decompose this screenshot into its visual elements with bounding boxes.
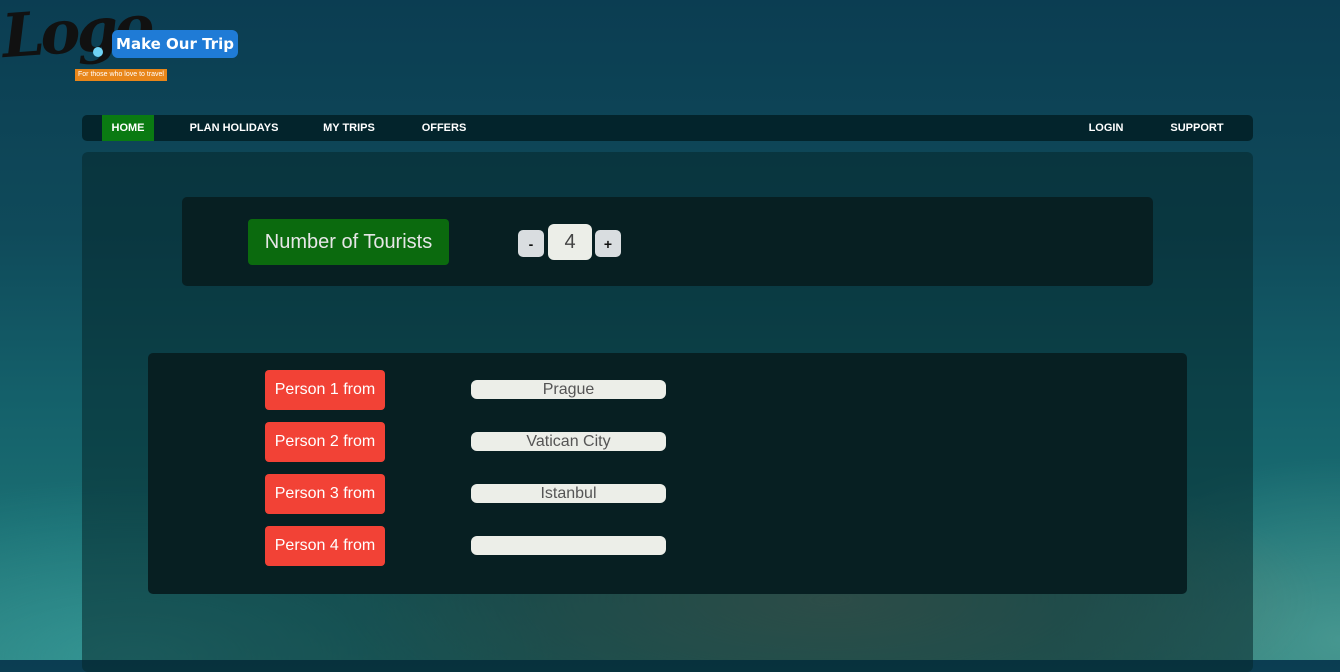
- tourist-count-value[interactable]: 4: [548, 224, 592, 260]
- nav-offers[interactable]: OFFERS: [416, 115, 472, 141]
- nav-home[interactable]: HOME: [102, 115, 154, 141]
- decrement-button[interactable]: -: [518, 230, 544, 257]
- main-navbar: HOME PLAN HOLIDAYS MY TRIPS OFFERS LOGIN…: [82, 115, 1253, 141]
- logo-dot: [93, 47, 103, 57]
- person-1-label: Person 1 from: [265, 370, 385, 410]
- person-3-origin-input[interactable]: [471, 484, 666, 503]
- person-2-origin-input[interactable]: [471, 432, 666, 451]
- nav-login[interactable]: LOGIN: [1082, 115, 1130, 141]
- logo-area[interactable]: Logo Make Our Trip For those who love to…: [0, 0, 260, 112]
- nav-my-trips[interactable]: MY TRIPS: [316, 115, 382, 141]
- brand-tagline: For those who love to travel: [75, 69, 167, 81]
- person-4-label: Person 4 from: [265, 526, 385, 566]
- tourist-count-label: Number of Tourists: [248, 219, 449, 265]
- person-3-label: Person 3 from: [265, 474, 385, 514]
- brand-name: Make Our Trip: [112, 30, 238, 58]
- nav-plan-holidays[interactable]: PLAN HOLIDAYS: [182, 115, 286, 141]
- increment-button[interactable]: +: [595, 230, 621, 257]
- person-1-origin-input[interactable]: [471, 380, 666, 399]
- person-4-origin-input[interactable]: [471, 536, 666, 555]
- person-2-label: Person 2 from: [265, 422, 385, 462]
- nav-support[interactable]: SUPPORT: [1162, 115, 1232, 141]
